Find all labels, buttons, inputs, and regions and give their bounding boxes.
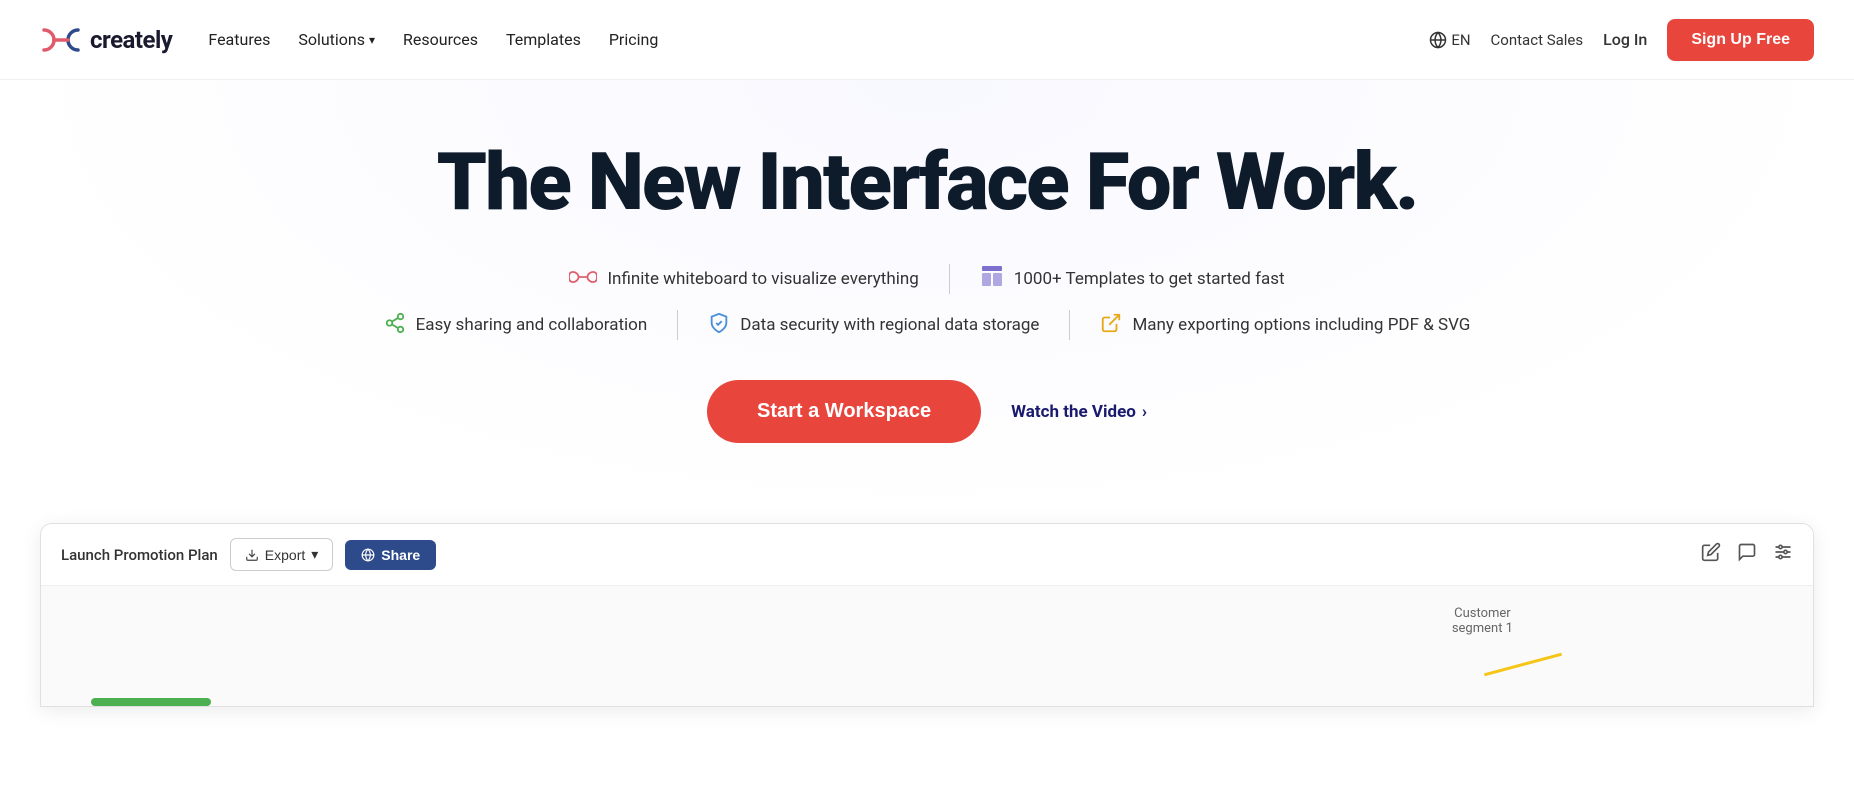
feature-templates: 1000+ Templates to get started fast [950, 264, 1315, 294]
chevron-right-icon: › [1142, 402, 1147, 422]
nav-solutions[interactable]: Solutions ▾ [298, 30, 375, 49]
language-selector[interactable]: EN [1429, 31, 1470, 49]
settings-icon[interactable] [1773, 542, 1793, 567]
feature-export-text: Many exporting options including PDF & S… [1132, 315, 1470, 335]
solutions-chevron-icon: ▾ [369, 33, 375, 47]
navbar: creately Features Solutions ▾ Resources … [0, 0, 1854, 80]
feature-whiteboard-text: Infinite whiteboard to visualize everyth… [607, 269, 918, 289]
features-row-2: Easy sharing and collaboration Data secu… [40, 310, 1814, 340]
canvas-green-bar [91, 698, 211, 706]
canvas-customer-label: Customer segment 1 [1452, 606, 1513, 636]
nav-resources[interactable]: Resources [403, 30, 478, 49]
language-label: EN [1451, 31, 1470, 49]
nav-pricing[interactable]: Pricing [609, 30, 659, 49]
logo-text: creately [90, 26, 172, 54]
export-btn-label: Export [265, 547, 305, 563]
nav-templates[interactable]: Templates [506, 30, 581, 49]
canvas-area: Customer segment 1 [41, 586, 1813, 706]
export-button[interactable]: Export ▾ [230, 538, 334, 571]
toolbar-right [1701, 542, 1793, 567]
login-link[interactable]: Log In [1603, 30, 1647, 49]
feature-templates-text: 1000+ Templates to get started fast [1014, 269, 1285, 289]
share-button[interactable]: Share [345, 540, 436, 570]
feature-export: Many exporting options including PDF & S… [1070, 312, 1500, 339]
cta-row: Start a Workspace Watch the Video › [40, 380, 1814, 443]
watch-video-text: Watch the Video [1011, 402, 1136, 422]
hero-section: The New Interface For Work. Infinite whi… [0, 80, 1854, 523]
export-btn-icon [245, 548, 259, 562]
share-btn-label: Share [381, 547, 420, 563]
preview-window: Launch Promotion Plan Export ▾ Share [40, 523, 1814, 707]
canvas-yellow-line [1484, 653, 1562, 677]
shield-icon [708, 312, 730, 339]
comment-icon[interactable] [1737, 542, 1757, 567]
feature-security-text: Data security with regional data storage [740, 315, 1039, 335]
features-row-1: Infinite whiteboard to visualize everyth… [40, 264, 1814, 294]
hero-title: The New Interface For Work. [40, 140, 1814, 224]
share-btn-icon [361, 548, 375, 562]
edit-icon[interactable] [1701, 542, 1721, 567]
feature-whiteboard: Infinite whiteboard to visualize everyth… [539, 267, 948, 292]
feature-sharing: Easy sharing and collaboration [354, 312, 678, 339]
feature-security: Data security with regional data storage [678, 312, 1069, 339]
watch-video-link[interactable]: Watch the Video › [1011, 402, 1147, 422]
share-icon [384, 312, 406, 339]
nav-features[interactable]: Features [208, 30, 270, 49]
preview-toolbar: Launch Promotion Plan Export ▾ Share [41, 524, 1813, 586]
feature-sharing-text: Easy sharing and collaboration [416, 315, 648, 335]
export-icon [1100, 312, 1122, 339]
toolbar-left: Launch Promotion Plan Export ▾ Share [61, 538, 436, 571]
logo[interactable]: creately [40, 26, 172, 54]
infinite-icon [569, 267, 597, 292]
doc-title: Launch Promotion Plan [61, 546, 218, 564]
signup-button[interactable]: Sign Up Free [1667, 19, 1814, 61]
nav-links: Features Solutions ▾ Resources Templates… [208, 30, 658, 49]
globe-icon [1429, 31, 1447, 49]
start-workspace-button[interactable]: Start a Workspace [707, 380, 981, 443]
export-chevron-icon: ▾ [311, 546, 318, 563]
contact-sales-link[interactable]: Contact Sales [1491, 31, 1584, 49]
template-icon [980, 264, 1004, 294]
